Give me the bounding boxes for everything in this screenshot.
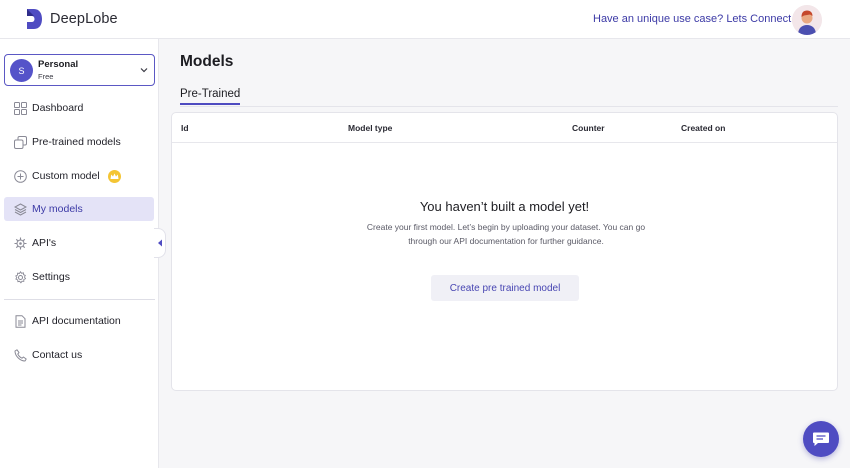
sidebar-item-label: Settings	[32, 271, 70, 283]
sidebar: S Personal Free Dashboard Pre-trained mo…	[0, 39, 159, 468]
account-name: Personal	[38, 59, 79, 70]
contact-cta-link[interactable]: Have an unique use case? Lets Connect	[593, 13, 791, 25]
sidebar-item-apis[interactable]: API's	[4, 231, 154, 255]
deeplobe-logo-icon	[27, 9, 42, 29]
sidebar-item-dashboard[interactable]: Dashboard	[4, 96, 154, 120]
sidebar-item-label: Pre-trained models	[32, 136, 121, 148]
column-header-counter: Counter	[572, 123, 605, 133]
cube-icon	[14, 135, 27, 149]
models-table: Id Model type Counter Created on You hav…	[171, 112, 838, 391]
empty-state-title: You haven’t built a model yet!	[419, 199, 590, 214]
table-header: Id Model type Counter Created on	[172, 113, 837, 143]
chat-support-button[interactable]	[803, 421, 839, 457]
sidebar-item-label: Contact us	[32, 349, 83, 361]
brand-name: DeepLobe	[50, 11, 118, 27]
premium-crown-icon	[107, 169, 121, 183]
gear-icon	[15, 270, 27, 284]
sidebar-item-label: API's	[32, 237, 57, 249]
sidebar-item-my-models[interactable]: My models	[4, 197, 154, 221]
tab-divider	[180, 106, 838, 107]
sidebar-item-label: Dashboard	[32, 102, 84, 114]
sidebar-item-label: My models	[32, 203, 83, 215]
document-icon	[15, 314, 26, 328]
user-avatar-icon	[792, 5, 822, 35]
phone-icon	[14, 348, 27, 361]
sidebar-item-label: API documentation	[32, 315, 121, 327]
plus-circle-icon	[14, 169, 27, 183]
user-avatar[interactable]	[792, 5, 822, 35]
column-header-model-type: Model type	[348, 123, 393, 133]
sidebar-item-contact-us[interactable]: Contact us	[4, 343, 154, 367]
chevron-down-icon	[140, 68, 148, 73]
column-header-id: Id	[181, 123, 189, 133]
layers-icon	[14, 202, 27, 216]
sidebar-collapse-toggle[interactable]	[154, 228, 166, 258]
empty-state-description: Create your first model. Let’s begin by …	[366, 222, 646, 246]
tab-pre-trained[interactable]: Pre-Trained	[180, 88, 241, 105]
sidebar-item-settings[interactable]: Settings	[4, 265, 154, 289]
grid-icon	[14, 101, 27, 115]
create-pretrained-model-button[interactable]: Create pre trained model	[431, 275, 579, 301]
chat-bubble-icon	[813, 432, 829, 446]
sidebar-item-api-documentation[interactable]: API documentation	[4, 309, 154, 333]
account-avatar: S	[10, 59, 33, 82]
sidebar-item-custom-model[interactable]: Custom model	[4, 164, 154, 188]
brand-logo[interactable]: DeepLobe	[25, 7, 118, 31]
sidebar-divider	[4, 299, 155, 300]
sidebar-item-label: Custom model	[32, 170, 100, 182]
caret-left-icon	[157, 239, 162, 247]
api-gear-icon	[14, 237, 27, 249]
sidebar-item-pretrained-models[interactable]: Pre-trained models	[4, 130, 154, 154]
page-title: Models	[180, 53, 234, 70]
top-bar: DeepLobe Have an unique use case? Lets C…	[0, 0, 850, 39]
column-header-created-on: Created on	[681, 123, 726, 133]
account-plan: Free	[38, 72, 54, 81]
account-switcher[interactable]: S Personal Free	[4, 54, 155, 86]
